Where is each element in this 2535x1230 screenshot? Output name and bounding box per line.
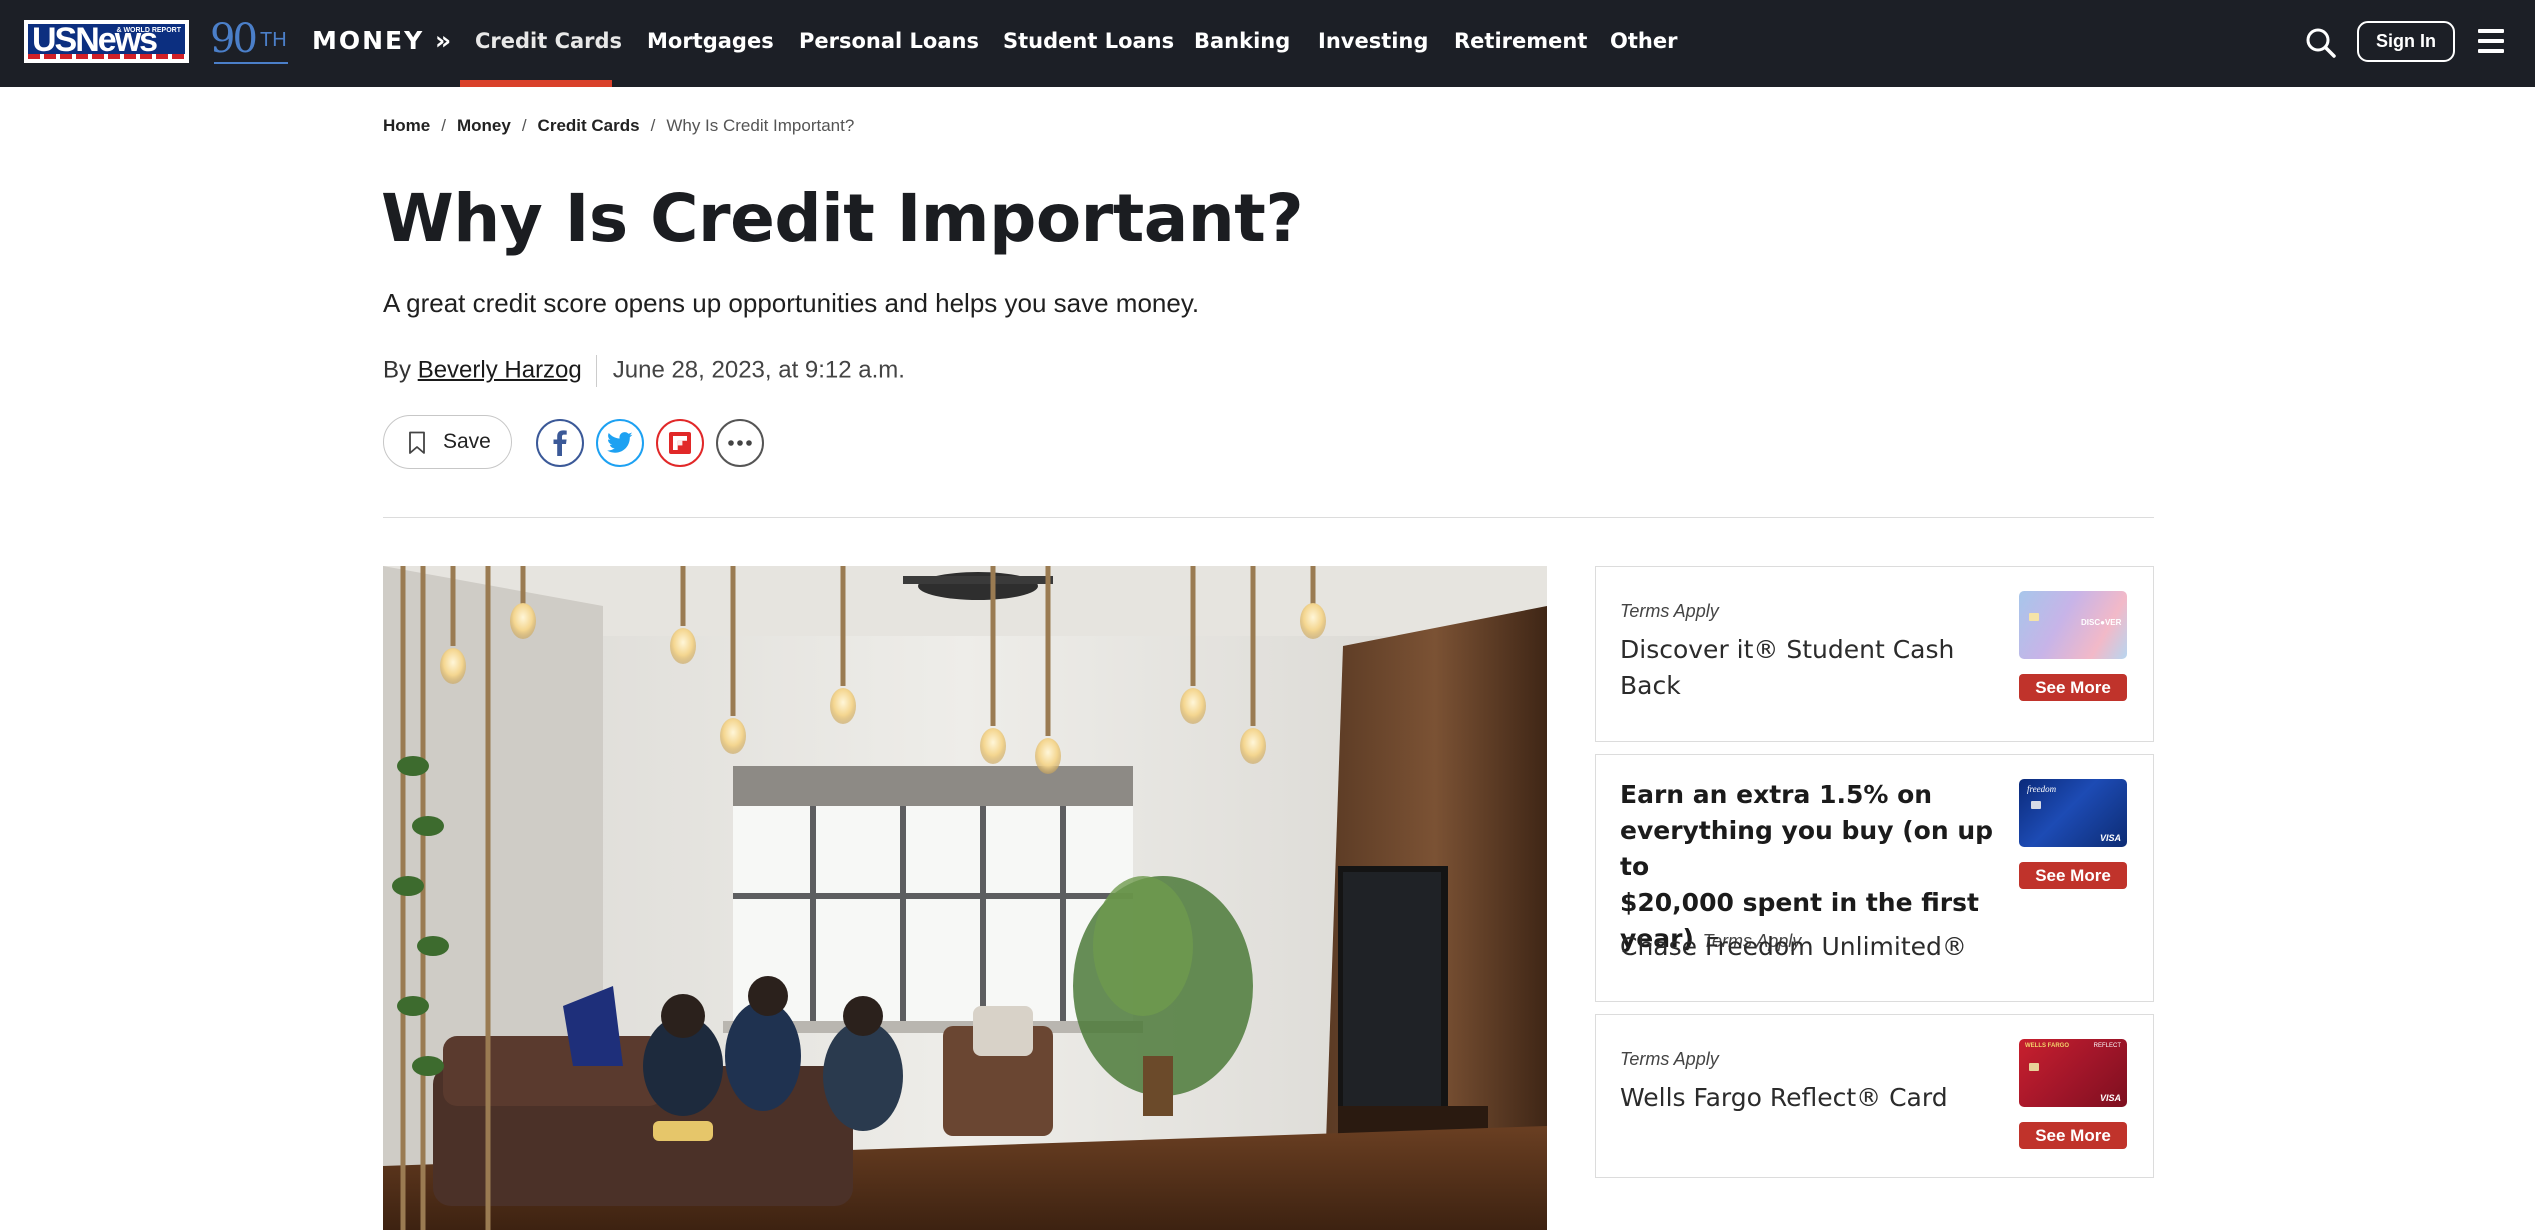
terms-apply-link[interactable]: Terms Apply <box>1620 1049 1719 1070</box>
save-label: Save <box>443 430 491 453</box>
twitter-share-button[interactable] <box>596 419 644 467</box>
logo-subtext: & WORLD REPORT <box>116 27 181 34</box>
card-chip-icon <box>2029 613 2039 621</box>
card-brand-text: freedom <box>2027 784 2057 794</box>
see-more-button[interactable]: See More <box>2019 674 2127 701</box>
active-tab-indicator <box>460 80 612 87</box>
promo-line: everything you buy (on up to <box>1620 816 1994 881</box>
90th-anniversary-logo: 90 TH <box>210 16 288 64</box>
header-divider <box>383 517 2154 518</box>
promo-line: $20,000 spent in the first <box>1620 888 1979 917</box>
anniversary-suffix: TH <box>260 29 287 51</box>
more-icon <box>728 440 752 446</box>
nav-item-credit-cards[interactable]: Credit Cards <box>475 29 622 53</box>
see-more-button[interactable]: See More <box>2019 862 2127 889</box>
promo-line: Earn an extra 1.5% on <box>1620 780 1933 809</box>
offer-card-name-line[interactable]: Back <box>1620 668 1681 704</box>
twitter-icon <box>607 432 633 453</box>
offer-card-chase-freedom[interactable]: Earn an extra 1.5% on everything you buy… <box>1595 754 2154 1002</box>
byline-divider <box>595 355 597 387</box>
offer-card-discover[interactable]: Terms Apply Discover it® Student Cash Ba… <box>1595 566 2154 742</box>
nav-item-student-loans[interactable]: Student Loans <box>1003 29 1174 53</box>
money-section-link[interactable]: MONEY » <box>312 26 453 55</box>
breadcrumb-money[interactable]: Money <box>457 116 511 135</box>
offer-card-name[interactable]: Chase Freedom Unlimited® <box>1620 929 1967 965</box>
visa-logo: VISA <box>2099 833 2121 843</box>
article-subheading: A great credit score opens up opportunit… <box>383 288 1200 318</box>
breadcrumb-separator: / <box>521 116 527 135</box>
nav-item-banking[interactable]: Banking <box>1194 29 1290 53</box>
nav-item-personal-loans[interactable]: Personal Loans <box>799 29 979 53</box>
facebook-icon <box>553 430 567 456</box>
facebook-share-button[interactable] <box>536 419 584 467</box>
article-hero-image <box>383 566 1547 1230</box>
publish-date: June 28, 2023, at 9:12 a.m. <box>612 356 905 384</box>
page-title: Why Is Credit Important? <box>381 180 1304 257</box>
wells-fargo-reflect-card-image[interactable]: WELLS FARGO REFLECT VISA <box>2019 1039 2127 1107</box>
sign-in-button[interactable]: Sign In <box>2357 21 2455 62</box>
breadcrumb-home[interactable]: Home <box>383 116 430 135</box>
see-more-button[interactable]: See More <box>2019 1122 2127 1149</box>
bookmark-icon <box>409 431 425 454</box>
offer-card-name[interactable]: Wells Fargo Reflect® Card <box>1620 1080 1948 1116</box>
top-navigation-bar: USNews & WORLD REPORT 90 TH MONEY » Cred… <box>0 0 2535 87</box>
discover-card-image[interactable]: DISC●VER <box>2019 591 2127 659</box>
card-brand-text: WELLS FARGO <box>2025 1043 2069 1049</box>
nav-item-other[interactable]: Other <box>1610 29 1677 53</box>
flipboard-share-button[interactable] <box>656 419 704 467</box>
breadcrumb-separator: / <box>650 116 656 135</box>
card-chip-icon <box>2031 801 2041 809</box>
offer-card-wells-fargo[interactable]: Terms Apply Wells Fargo Reflect® Card WE… <box>1595 1014 2154 1178</box>
nav-item-investing[interactable]: Investing <box>1318 29 1428 53</box>
flipboard-icon <box>669 432 691 454</box>
breadcrumb: Home / Money / Credit Cards / Why Is Credit Im… <box>383 116 854 136</box>
byline: By Beverly Harzog June 28, 2023, at 9:12 … <box>383 355 905 387</box>
card-brand-text: DISC●VER <box>2081 618 2122 627</box>
card-product-text: REFLECT <box>2093 1043 2121 1049</box>
search-icon[interactable] <box>2304 26 2338 60</box>
breadcrumb-current-page: Why Is Credit Important? <box>666 116 855 135</box>
logo-stripe <box>28 54 185 59</box>
hamburger-menu-icon[interactable] <box>2478 29 2504 53</box>
more-share-options-button[interactable] <box>716 419 764 467</box>
breadcrumb-credit-cards[interactable]: Credit Cards <box>538 116 640 135</box>
save-article-button[interactable]: Save <box>383 415 512 469</box>
offer-card-name-line[interactable]: Discover it® Student Cash <box>1620 632 1954 668</box>
nav-item-retirement[interactable]: Retirement <box>1454 29 1587 53</box>
author-link[interactable]: Beverly Harzog <box>418 356 582 383</box>
breadcrumb-separator: / <box>441 116 446 135</box>
anniversary-number: 90 <box>210 16 258 62</box>
byline-prefix: By <box>383 356 412 384</box>
terms-apply-link[interactable]: Terms Apply <box>1620 601 1719 622</box>
anniversary-underline <box>214 62 288 64</box>
card-chip-icon <box>2029 1063 2039 1071</box>
chase-freedom-card-image[interactable]: freedom VISA <box>2019 779 2127 847</box>
us-news-logo[interactable]: USNews & WORLD REPORT <box>24 20 189 63</box>
nav-item-mortgages[interactable]: Mortgages <box>647 29 774 53</box>
visa-logo: VISA <box>2099 1093 2121 1103</box>
